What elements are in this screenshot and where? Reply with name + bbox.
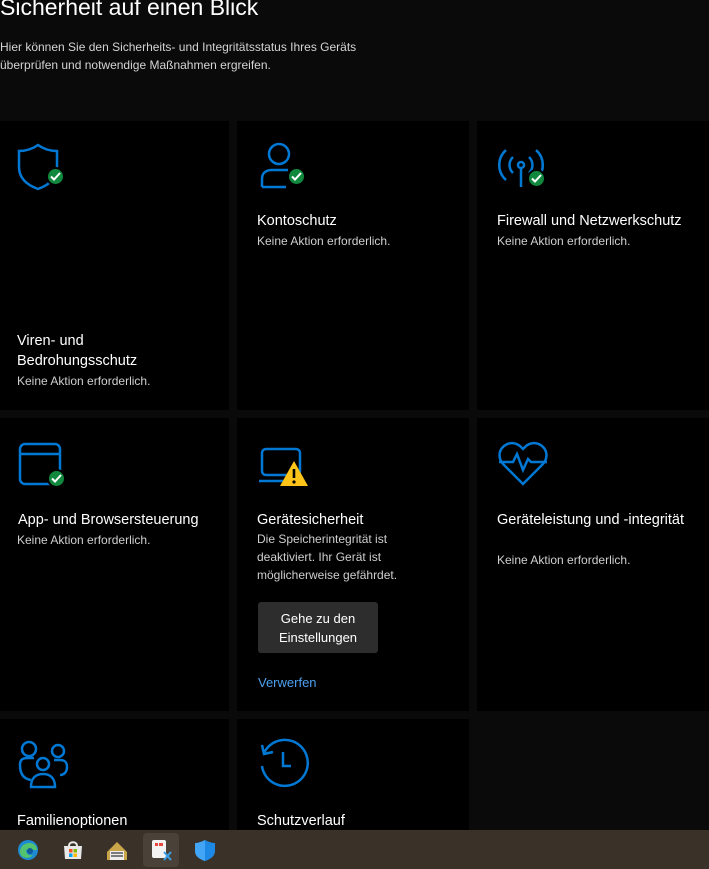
- tile-title: Firewall und Netzwerkschutz: [497, 213, 682, 229]
- shield-icon: [17, 143, 73, 195]
- microsoft-store-icon[interactable]: [55, 833, 91, 867]
- page-description: Hier können Sie den Sicherheits- und Int…: [0, 40, 357, 72]
- tile-protection-history[interactable]: Schutzverlauf: [237, 719, 469, 830]
- app-icon[interactable]: [99, 833, 135, 867]
- family-icon: [18, 739, 74, 791]
- tile-title: Viren- und Bedrohungsschutz: [17, 333, 138, 369]
- tile-title: App- und Browsersteuerung: [18, 512, 199, 528]
- dismiss-link[interactable]: Verwerfen: [258, 675, 317, 690]
- tile-title: Familienoptionen: [17, 813, 128, 829]
- tile-account-protection[interactable]: Kontoschutz Keine Aktion erforderlich.: [237, 121, 469, 410]
- laptop-icon: [259, 446, 315, 498]
- warning-icon: [280, 461, 308, 486]
- check-badge-icon: [527, 169, 546, 188]
- tile-virus-protection[interactable]: Viren- und Bedrohungsschutz Keine Aktion…: [0, 121, 229, 410]
- edge-browser-icon[interactable]: [10, 833, 46, 867]
- tile-app-browser-control[interactable]: App- und Browsersteuerung Keine Aktion e…: [0, 418, 229, 711]
- person-icon: [258, 141, 314, 193]
- tile-title: Gerätesicherheit: [257, 512, 364, 528]
- heartbeat-icon: [497, 440, 553, 492]
- tile-device-security[interactable]: Gerätesicherheit Die Speicherintegrität …: [237, 418, 469, 711]
- windows-security-icon[interactable]: [187, 833, 223, 867]
- snipping-tool-icon[interactable]: [143, 833, 179, 867]
- check-badge-icon: [46, 167, 65, 186]
- browser-window-icon: [18, 442, 74, 494]
- tile-status: Keine Aktion erforderlich.: [17, 374, 151, 388]
- tile-family-options[interactable]: Familienoptionen: [0, 719, 229, 830]
- check-badge-icon: [287, 167, 306, 186]
- tile-title: Kontoschutz: [257, 213, 337, 229]
- tile-status: Keine Aktion erforderlich.: [17, 533, 151, 547]
- antenna-icon: [497, 145, 553, 197]
- tile-title: Geräteleistung und -integrität: [497, 512, 684, 528]
- tile-status: Keine Aktion erforderlich.: [257, 234, 391, 248]
- tile-title: Schutzverlauf: [257, 813, 345, 829]
- tile-status: Die Speicherintegrität ist deaktiviert. …: [257, 532, 398, 582]
- check-badge-icon: [47, 469, 66, 488]
- tile-firewall[interactable]: Firewall und Netzwerkschutz Keine Aktion…: [477, 121, 709, 410]
- tile-status: Keine Aktion erforderlich.: [497, 553, 631, 567]
- page-title: Sicherheit auf einen Blick: [0, 0, 259, 20]
- taskbar: [0, 830, 709, 869]
- history-clock-icon: [258, 738, 314, 791]
- tile-device-performance[interactable]: Geräteleistung und -integrität Keine Akt…: [477, 418, 709, 711]
- tile-status: Keine Aktion erforderlich.: [497, 234, 631, 248]
- go-to-settings-button[interactable]: Gehe zu den Einstellungen: [258, 602, 378, 653]
